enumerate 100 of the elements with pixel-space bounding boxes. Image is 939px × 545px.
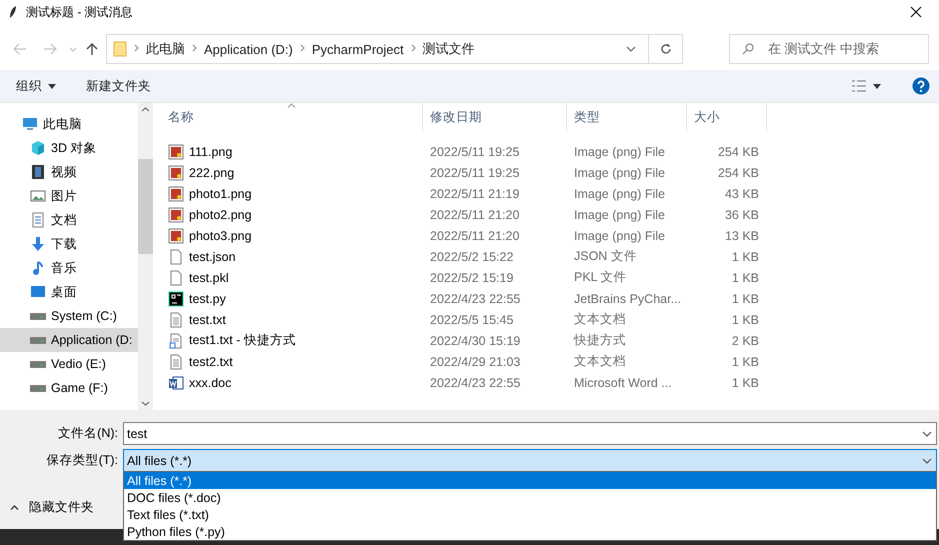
file-name-cell[interactable]: test.json (161, 248, 423, 264)
file-name-cell[interactable]: 111.png (161, 144, 423, 160)
file-name-cell[interactable]: test2.txt (161, 354, 423, 370)
desktop-icon (30, 284, 46, 300)
file-name-cell[interactable]: test.txt (161, 312, 423, 328)
column-header[interactable]: 大小 (687, 103, 767, 132)
breadcrumb[interactable]: Application (D:) (204, 42, 293, 56)
sidebar-item[interactable]: Vedio (E:) (0, 352, 138, 376)
type-cell-text: JSON 文件 (573, 248, 638, 265)
drive-icon (30, 336, 46, 344)
chevron-up-icon (141, 107, 150, 112)
file-name-cell[interactable]: photo3.png (161, 228, 423, 244)
film-icon (30, 164, 46, 180)
breadcrumb[interactable]: 测试文件 (422, 40, 475, 58)
dropdown-option[interactable]: All files (*.*) (124, 472, 936, 489)
left-arrow-icon (13, 43, 27, 55)
size-cell-text: 1 KB (730, 270, 760, 284)
sidebar-item[interactable]: 文档 (0, 208, 138, 232)
image-file-icon (168, 228, 184, 244)
breadcrumb[interactable]: PycharmProject (312, 42, 404, 56)
file-name-cell[interactable]: test.pkl (161, 270, 423, 286)
drive-icon (30, 312, 46, 320)
date-cell-text: 2022/5/11 21:20 (429, 228, 520, 242)
shortcut-file-icon (168, 332, 184, 348)
chevron-icon (626, 46, 636, 52)
window-title: 测试标题 - 测试消息 (26, 4, 134, 20)
date-cell-text: 2022/5/2 15:22 (429, 250, 514, 264)
chevron-icon (69, 46, 77, 52)
view-menu[interactable] (851, 78, 881, 94)
size-cell-text: 1 KB (730, 250, 760, 264)
word-file-icon (168, 374, 184, 390)
type-cell-text: Image (png) File (573, 144, 666, 158)
type-cell-text: Image (png) File (573, 208, 666, 222)
column-header[interactable]: 类型 (567, 103, 687, 132)
sidebar-item[interactable]: Application (D: (0, 328, 138, 352)
sidebar-item[interactable]: 视频 (0, 160, 138, 184)
type-cell-text: JetBrains PyChar... (573, 292, 682, 306)
file-name-cell[interactable]: test.py (161, 290, 423, 306)
date-cell-text: 2022/5/11 19:25 (429, 166, 520, 180)
drive-icon (30, 384, 46, 392)
date-cell-text: 2022/4/30 15:19 (429, 334, 522, 348)
down-arrow-icon (30, 236, 46, 252)
type-cell-text: 文本文档 (573, 311, 627, 328)
column-header[interactable]: 名称 (161, 103, 423, 132)
date-cell-text: 2022/5/5 15:45 (429, 312, 514, 326)
sidebar-item[interactable]: 图片 (0, 184, 138, 208)
file-name-label: 文件名(N): (57, 425, 119, 442)
chevron-down-icon (141, 401, 150, 406)
file-name-cell[interactable]: test1.txt - 快捷方式 (161, 332, 423, 349)
type-cell-text: PKL 文件 (573, 269, 628, 286)
date-cell-text: 2022/4/29 21:03 (429, 354, 522, 368)
caret-icon (873, 84, 881, 88)
sidebar-item[interactable]: 音乐 (0, 256, 138, 280)
file-name-cell[interactable]: photo1.png (161, 186, 423, 202)
sidebar-item[interactable]: 此电脑 (0, 112, 138, 136)
up-arrow-icon (86, 42, 98, 56)
image-file-icon (168, 186, 184, 202)
text-file-icon (168, 312, 184, 328)
sidebar-item[interactable]: System (C:) (0, 304, 138, 328)
size-cell-text: 254 KB (716, 166, 760, 180)
date-cell-text: 2022/5/11 19:25 (429, 144, 520, 158)
type-cell-text: 文本文档 (573, 353, 627, 370)
hide-folders-button[interactable]: 隐藏文件夹 (10, 499, 100, 516)
list-view-icon (851, 80, 867, 92)
breadcrumb[interactable]: 此电脑 (146, 40, 185, 58)
size-cell-text: 36 KB (724, 208, 760, 222)
right-arrow-icon (43, 43, 57, 55)
column-header[interactable]: 修改日期 (423, 103, 567, 132)
date-cell-text: 2022/5/11 21:20 (429, 208, 520, 222)
size-cell-text: 1 KB (730, 312, 760, 326)
size-cell-text: 1 KB (730, 354, 760, 368)
chevron-icon (922, 458, 932, 464)
image-file-icon (168, 164, 184, 180)
size-cell-text: 1 KB (730, 376, 760, 390)
file-name-cell[interactable]: xxx.doc (161, 374, 423, 390)
sidebar-item[interactable]: 桌面 (0, 280, 138, 304)
feather-icon (8, 5, 18, 19)
cube-icon (30, 140, 46, 156)
sidebar-item[interactable]: 下载 (0, 232, 138, 256)
drive-icon (30, 360, 46, 368)
image-file-icon (168, 144, 184, 160)
file-type-label: 保存类型(T): (46, 452, 119, 469)
file-type-dropdown[interactable]: All files (*.*) (123, 449, 937, 472)
type-cell-text: Image (png) File (573, 228, 666, 242)
chevron-up-icon (10, 505, 19, 510)
sidebar-item[interactable]: Game (F:) (0, 376, 138, 400)
size-cell-text: 13 KB (724, 228, 760, 242)
blank-file-icon (168, 248, 184, 264)
organize-menu[interactable]: 组织 (16, 76, 56, 96)
scrollbar[interactable] (138, 103, 153, 410)
file-name-field[interactable]: test (123, 422, 937, 445)
sidebar-item[interactable]: 3D 对象 (0, 136, 138, 160)
type-cell-text: Image (png) File (573, 186, 666, 200)
file-name-cell[interactable]: 222.png (161, 164, 423, 180)
file-name-cell[interactable]: photo2.png (161, 206, 423, 222)
date-cell-text: 2022/5/11 21:19 (429, 186, 520, 200)
address-bar[interactable]: 此电脑 Application (D:) PycharmProject 测试文件 (106, 34, 683, 64)
folder-icon (113, 41, 127, 57)
search-field[interactable]: 在 测试文件 中搜索 (729, 34, 929, 64)
new-folder-button[interactable]: 新建文件夹 (86, 76, 151, 96)
